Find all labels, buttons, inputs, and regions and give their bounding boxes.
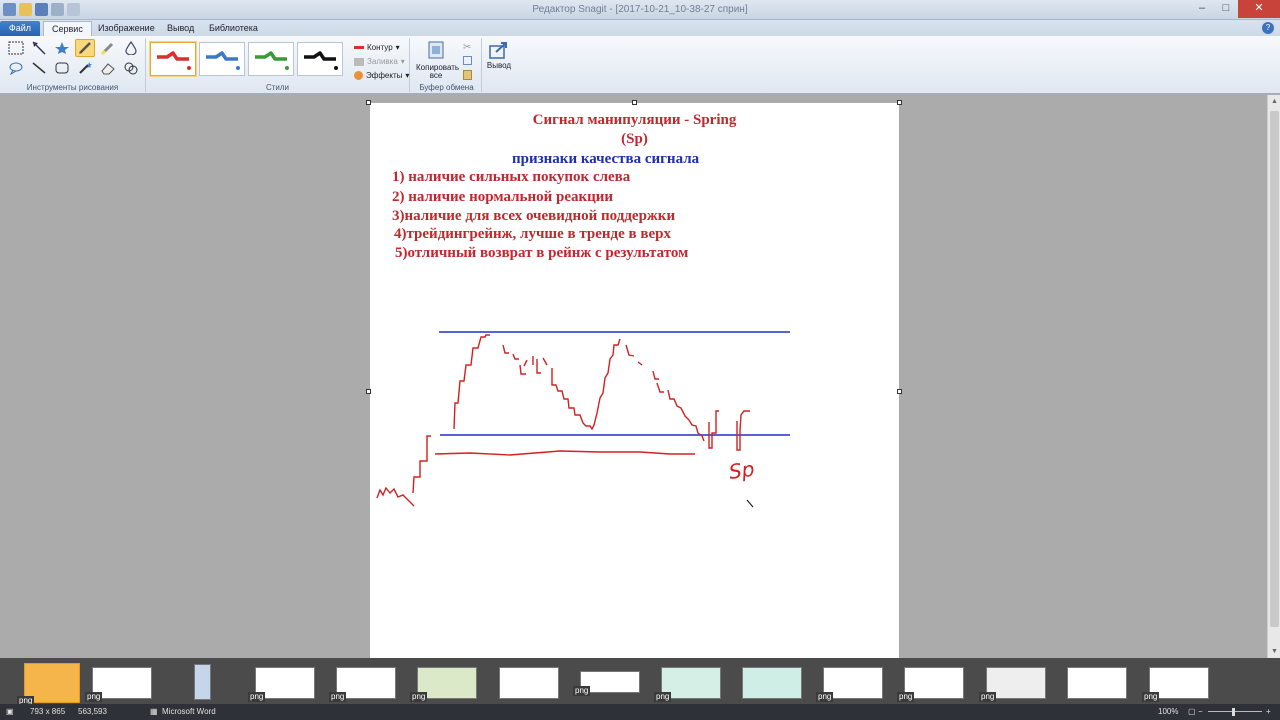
outline-option[interactable]: Контур ▾ [354, 41, 400, 54]
help-icon[interactable]: ? [1262, 22, 1274, 34]
highlighter-tool-icon[interactable] [98, 39, 118, 57]
magic-wand-icon[interactable] [75, 59, 95, 77]
thumbnail-item[interactable] [194, 664, 211, 700]
scroll-up-icon[interactable]: ▲ [1271, 98, 1278, 105]
line-tool-icon[interactable] [29, 59, 49, 77]
resize-handle[interactable] [366, 389, 371, 394]
stamp-tool-icon[interactable] [52, 39, 72, 57]
paste-icon[interactable] [463, 70, 472, 80]
thumbnail-item[interactable]: png [410, 667, 477, 702]
thumbnail-item[interactable] [742, 667, 802, 699]
tab-image[interactable]: Изображение [90, 21, 163, 36]
image-dimensions: 793 x 865 [30, 707, 66, 716]
zoom-out-icon[interactable]: − [1198, 707, 1203, 716]
price-sketch [376, 334, 750, 507]
tab-service[interactable]: Сервис [43, 21, 92, 36]
output-button[interactable]: Вывод [484, 40, 514, 70]
fill-option[interactable]: Заливка ▾ [354, 55, 405, 68]
tab-file[interactable]: Файл [0, 21, 40, 36]
zoom-slider[interactable] [1208, 711, 1262, 712]
style-swatch-blue[interactable] [199, 42, 245, 76]
styles-group: Контур ▾ Заливка ▾ Эффекты ▾ Стили [146, 38, 410, 92]
arrow-tool-icon[interactable] [29, 39, 49, 57]
library-tray: png png png png png png png png png png … [0, 658, 1280, 706]
maximize-button[interactable]: □ [1214, 0, 1238, 18]
thumbnail-item[interactable]: png [1142, 667, 1209, 702]
word-icon: ▦ [150, 707, 158, 716]
effects-option[interactable]: Эффекты ▾ [354, 69, 409, 82]
scroll-down-icon[interactable]: ▼ [1271, 648, 1278, 655]
vertical-scrollbar[interactable]: ▲ ▼ [1267, 95, 1280, 658]
share-icon [489, 42, 507, 59]
thumbnail-item[interactable]: png [654, 667, 721, 702]
copy-all-button[interactable]: Копировать все [416, 40, 459, 80]
thumbnail-item[interactable]: png [85, 667, 152, 702]
outline-icon [354, 46, 364, 49]
ribbon: Инструменты рисования Контур ▾ Заливка ▾ Э… [0, 36, 1280, 94]
thumbnail-item[interactable]: png [573, 671, 640, 696]
clipboard-group: Копировать все ✂ Буфер обмена [412, 38, 482, 92]
chevron-down-icon: ▾ [400, 57, 405, 66]
thumbnail-item[interactable]: png [979, 667, 1046, 702]
clipboard-label: Буфер обмена [419, 83, 474, 92]
cursor-position: 563,593 [78, 707, 107, 716]
scrollbar-thumb[interactable] [1270, 111, 1279, 627]
zoom-level: 100% [1158, 707, 1179, 716]
fill-tool-icon[interactable] [121, 39, 141, 57]
copy-icon[interactable] [463, 56, 472, 65]
step-tool-icon[interactable] [121, 59, 141, 77]
copy-all-icon [428, 41, 444, 59]
status-bar: ▣ 793 x 865 563,593 ▦ Microsoft Word 100… [0, 704, 1280, 720]
window-title: Редактор Snagit - [2017-10-21_10-38-27 с… [532, 4, 748, 15]
effects-icon [354, 71, 363, 80]
thumbnail-item[interactable]: png [816, 667, 883, 702]
callout-tool-icon[interactable] [6, 59, 26, 77]
thumbnail-item[interactable]: png [17, 663, 80, 706]
thumbnail-item[interactable] [1067, 667, 1127, 699]
ribbon-tabs: Файл Сервис Изображение Вывод Библиотека… [0, 20, 1280, 36]
mouse-cursor [746, 499, 754, 508]
thumbnail-item[interactable]: png [248, 667, 315, 702]
hand-sketch: Sp [376, 331, 790, 508]
chevron-down-icon: ▾ [405, 71, 410, 80]
linked-app[interactable]: Microsoft Word [162, 707, 216, 716]
styles-label: Стили [265, 83, 290, 92]
minimize-button[interactable]: – [1190, 0, 1214, 18]
close-button[interactable]: ✕ [1238, 0, 1280, 18]
zoom-slider-thumb[interactable] [1232, 708, 1235, 716]
selection-tool-icon[interactable] [6, 39, 26, 57]
fill-bucket-icon [354, 57, 364, 66]
resize-handle[interactable] [632, 100, 637, 105]
thumbnail-item[interactable]: png [329, 667, 396, 702]
drawing-tools-label: Инструменты рисования [26, 83, 119, 92]
thumbnail-item[interactable]: png [897, 667, 964, 702]
resize-handle[interactable] [366, 100, 371, 105]
style-swatch-green[interactable] [248, 42, 294, 76]
chevron-down-icon: ▾ [395, 43, 400, 52]
style-swatch-black[interactable] [297, 42, 343, 76]
cut-icon[interactable]: ✂ [463, 42, 471, 53]
style-swatch-red[interactable] [150, 42, 196, 76]
output-group: Вывод [484, 38, 514, 92]
zoom-in-icon[interactable]: + [1266, 707, 1271, 716]
drawing-tools-group: Инструменты рисования [0, 38, 146, 92]
fit-icon[interactable]: ▢ [1188, 707, 1196, 716]
eraser-tool-icon[interactable] [98, 59, 118, 77]
image-size-icon: ▣ [6, 707, 14, 716]
sp-label: Sp [727, 457, 755, 484]
resize-handle[interactable] [897, 100, 902, 105]
tab-library[interactable]: Библиотека [201, 21, 266, 36]
thumbnail-item[interactable] [499, 667, 559, 699]
tab-output[interactable]: Вывод [159, 21, 202, 36]
shape-tool-icon[interactable] [52, 59, 72, 77]
document-image[interactable]: Сигнал манипуляции - Spring (Sp) признак… [370, 103, 899, 658]
pen-tool-icon[interactable] [75, 39, 95, 57]
title-bar: Редактор Snagit - [2017-10-21_10-38-27 с… [0, 0, 1280, 20]
resize-handle[interactable] [897, 389, 902, 394]
